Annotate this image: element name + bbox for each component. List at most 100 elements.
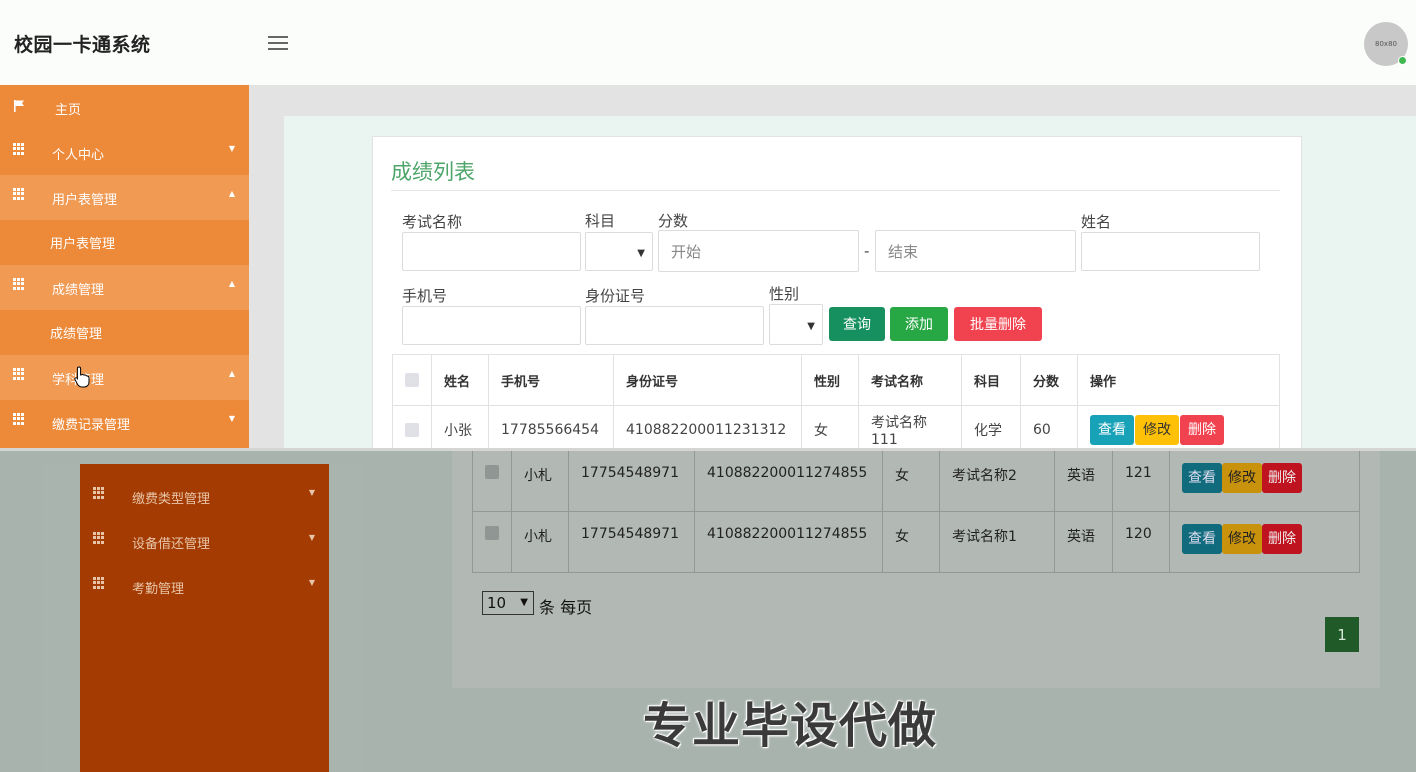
page-button-current[interactable]: 1 bbox=[1325, 617, 1359, 652]
hand-cursor-icon bbox=[74, 366, 90, 388]
grid-icon bbox=[93, 532, 107, 544]
sidebar-item-score-management[interactable]: 成绩管理 ▲ bbox=[0, 265, 249, 310]
header-exam-name: 考试名称 bbox=[858, 354, 962, 406]
exam-name-label: 考试名称 bbox=[402, 213, 463, 231]
gender-select[interactable]: ▼ bbox=[769, 304, 823, 345]
add-button[interactable]: 添加 bbox=[890, 307, 948, 341]
sidebar-subitem-score-management[interactable]: 成绩管理 bbox=[0, 310, 249, 355]
watermark-text: 专业毕设代做 bbox=[643, 698, 938, 754]
score-table-continued: 小札 17754548971 410882200011274855 女 考试名称… bbox=[472, 450, 1360, 573]
cell-subject: 英语 bbox=[1054, 511, 1113, 573]
sidebar-item-subject-management[interactable]: 学科管理 ▲ bbox=[0, 355, 249, 400]
delete-button[interactable]: 删除 bbox=[1180, 414, 1224, 445]
chevron-up-icon: ▲ bbox=[228, 189, 235, 198]
sidebar-item-home[interactable]: 主页 bbox=[0, 85, 249, 130]
chevron-down-icon: ▼ bbox=[520, 597, 528, 608]
sidebar-subitem-user-management[interactable]: 用户表管理 bbox=[0, 220, 249, 265]
grid-icon bbox=[13, 188, 27, 200]
sidebar-item-device-borrow[interactable]: 设备借还管理 ▼ bbox=[80, 519, 329, 564]
grid-icon bbox=[13, 413, 27, 425]
edit-button[interactable]: 修改 bbox=[1222, 524, 1262, 554]
row-checkbox[interactable] bbox=[485, 526, 499, 540]
grid-icon bbox=[13, 368, 27, 380]
delete-button[interactable]: 删除 bbox=[1262, 463, 1302, 493]
query-button[interactable]: 查询 bbox=[829, 307, 885, 341]
table-row: 小张 17785566454 410882200011231312 女 考试名称… bbox=[392, 405, 1280, 454]
chevron-up-icon: ▲ bbox=[228, 369, 235, 378]
id-number-label: 身份证号 bbox=[585, 287, 646, 305]
grid-icon bbox=[13, 143, 27, 155]
flag-icon bbox=[14, 100, 24, 112]
sidebar-item-label: 设备借还管理 bbox=[132, 537, 211, 552]
header-gender: 性别 bbox=[801, 354, 859, 406]
cell-gender: 女 bbox=[882, 450, 940, 512]
cell-name: 小札 bbox=[511, 450, 569, 512]
subject-select[interactable]: ▼ bbox=[585, 232, 653, 271]
cell-phone: 17785566454 bbox=[488, 405, 614, 454]
sidebar-item-personal-center[interactable]: 个人中心 ▼ bbox=[0, 130, 249, 175]
phone-input[interactable] bbox=[402, 306, 581, 345]
grid-icon bbox=[93, 577, 107, 589]
sidebar-item-label: 用户表管理 bbox=[52, 193, 118, 208]
sidebar-item-label: 缴费记录管理 bbox=[52, 418, 131, 433]
sidebar-item-payment-types[interactable]: 缴费类型管理 ▼ bbox=[80, 474, 329, 519]
chevron-down-icon: ▼ bbox=[228, 414, 235, 423]
page-title: 成绩列表 bbox=[391, 160, 475, 184]
page-size-select[interactable]: 10 ▼ bbox=[482, 591, 534, 615]
select-all-cell bbox=[392, 354, 432, 406]
edit-button[interactable]: 修改 bbox=[1222, 463, 1262, 493]
header-actions: 操作 bbox=[1077, 354, 1280, 406]
sidebar: 主页 个人中心 ▼ 用户表管理 ▲ 用户表管理 成绩管理 ▲ 成绩管理 学科管理… bbox=[0, 85, 249, 448]
id-number-input[interactable] bbox=[585, 306, 764, 345]
cell-phone: 17754548971 bbox=[568, 511, 695, 573]
view-button[interactable]: 查看 bbox=[1182, 524, 1222, 554]
sidebar-item-attendance[interactable]: 考勤管理 ▼ bbox=[80, 564, 329, 609]
cell-score: 120 bbox=[1112, 511, 1170, 573]
header-score: 分数 bbox=[1020, 354, 1078, 406]
overlay-divider bbox=[0, 448, 1416, 451]
name-label: 姓名 bbox=[1081, 213, 1112, 231]
row-select-cell bbox=[392, 405, 432, 454]
chevron-up-icon: ▲ bbox=[228, 279, 235, 288]
view-button[interactable]: 查看 bbox=[1090, 414, 1134, 445]
overlay-screenshot: 缴费类型管理 ▼ 设备借还管理 ▼ 考勤管理 ▼ 小札 17754548971 … bbox=[0, 448, 1416, 772]
sidebar-item-user-management[interactable]: 用户表管理 ▲ bbox=[0, 175, 249, 220]
cell-subject: 英语 bbox=[1054, 450, 1113, 512]
title-divider bbox=[391, 190, 1280, 191]
cell-actions: 查看 修改 删除 bbox=[1077, 405, 1280, 454]
score-start-input[interactable]: 开始 bbox=[658, 230, 859, 272]
view-button[interactable]: 查看 bbox=[1182, 463, 1222, 493]
cell-actions: 查看 修改 删除 bbox=[1169, 511, 1360, 573]
delete-button[interactable]: 删除 bbox=[1262, 524, 1302, 554]
score-range-separator: - bbox=[864, 242, 870, 260]
chevron-down-icon: ▼ bbox=[308, 488, 315, 497]
score-label: 分数 bbox=[658, 212, 689, 230]
table-row: 小札 17754548971 410882200011274855 女 考试名称… bbox=[472, 511, 1360, 573]
select-all-checkbox[interactable] bbox=[405, 373, 419, 387]
row-select-cell bbox=[472, 511, 512, 573]
chevron-down-icon: ▼ bbox=[637, 247, 645, 259]
cell-exam-name: 考试名称111 bbox=[858, 405, 962, 454]
cell-id-number: 410882200011274855 bbox=[694, 511, 883, 573]
grid-icon bbox=[13, 278, 27, 290]
subject-label: 科目 bbox=[585, 212, 616, 230]
row-select-cell bbox=[472, 450, 512, 512]
score-table: 姓名 手机号 身份证号 性别 考试名称 科目 分数 操作 小张 17785566… bbox=[392, 354, 1280, 454]
batch-delete-button[interactable]: 批量删除 bbox=[954, 307, 1042, 341]
cell-id-number: 410882200011231312 bbox=[613, 405, 802, 454]
menu-toggle-icon[interactable] bbox=[268, 36, 288, 50]
chevron-down-icon: ▼ bbox=[807, 320, 815, 332]
table-row: 小札 17754548971 410882200011274855 女 考试名称… bbox=[472, 450, 1360, 512]
score-end-input[interactable]: 结束 bbox=[875, 230, 1076, 272]
sidebar-item-label: 用户表管理 bbox=[50, 237, 116, 252]
row-checkbox[interactable] bbox=[485, 465, 499, 479]
name-input[interactable] bbox=[1081, 232, 1260, 271]
sidebar-item-payment-records[interactable]: 缴费记录管理 ▼ bbox=[0, 400, 249, 445]
exam-name-input[interactable] bbox=[402, 232, 581, 271]
gender-label: 性别 bbox=[769, 285, 800, 303]
app-title: 校园一卡通系统 bbox=[14, 34, 151, 56]
online-status-dot bbox=[1398, 56, 1407, 65]
edit-button[interactable]: 修改 bbox=[1135, 414, 1179, 445]
page-size-value: 10 bbox=[487, 594, 507, 612]
row-checkbox[interactable] bbox=[405, 422, 419, 437]
